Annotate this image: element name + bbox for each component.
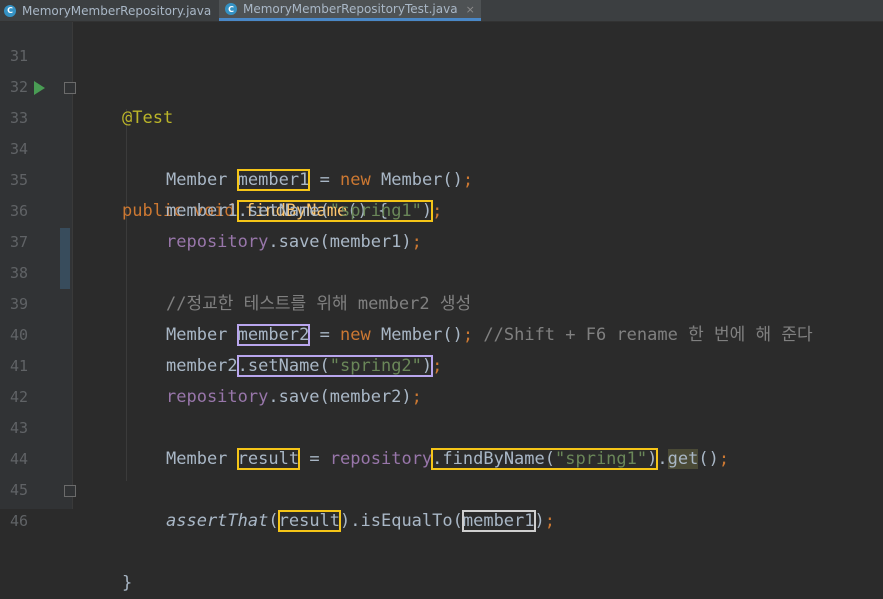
run-test-icon[interactable] bbox=[34, 81, 45, 95]
line-number: 46 bbox=[9, 512, 28, 530]
code-line: 33 public void findByName() { bbox=[0, 72, 883, 221]
static-method: assertThat bbox=[166, 511, 269, 531]
code-line: 34 Member member1 = new Member(); bbox=[0, 103, 883, 191]
fold-icon[interactable] bbox=[64, 82, 76, 94]
code-text: ( bbox=[268, 511, 279, 531]
code-line: 38 //정교한 테스트를 위해 member2 생성 bbox=[0, 227, 883, 314]
code-line: 35 member1.setName("spring1"); bbox=[0, 134, 883, 222]
semicolon: ; bbox=[544, 511, 556, 531]
code-line: 45 assertThat(result).isEqualTo(member1)… bbox=[0, 444, 883, 532]
highlight-box: result bbox=[277, 510, 342, 532]
code-line: 42 bbox=[0, 351, 883, 406]
code-text: ).isEqualTo( bbox=[340, 511, 463, 531]
code-line: 36 repository.save(member1); bbox=[0, 165, 883, 252]
highlight-box: member1 bbox=[461, 510, 536, 532]
code-line: 41 repository.save(member2); bbox=[0, 320, 883, 407]
code-line: 46 } bbox=[0, 475, 883, 593]
code-line: 43 Member result = repository.findByName… bbox=[0, 382, 883, 470]
code-line: 39 Member member2 = new Member(); //Shif… bbox=[0, 258, 883, 346]
code-line: 31 bbox=[0, 10, 883, 65]
code-text: ) bbox=[534, 511, 545, 531]
code-line: 32 @Test bbox=[0, 41, 883, 128]
code-line: 44 bbox=[0, 413, 883, 468]
code-line: 40 member2.setName("spring2"); bbox=[0, 289, 883, 377]
fold-icon[interactable] bbox=[64, 485, 76, 497]
code-line: 37 bbox=[0, 196, 883, 251]
code-text: } bbox=[122, 573, 133, 593]
